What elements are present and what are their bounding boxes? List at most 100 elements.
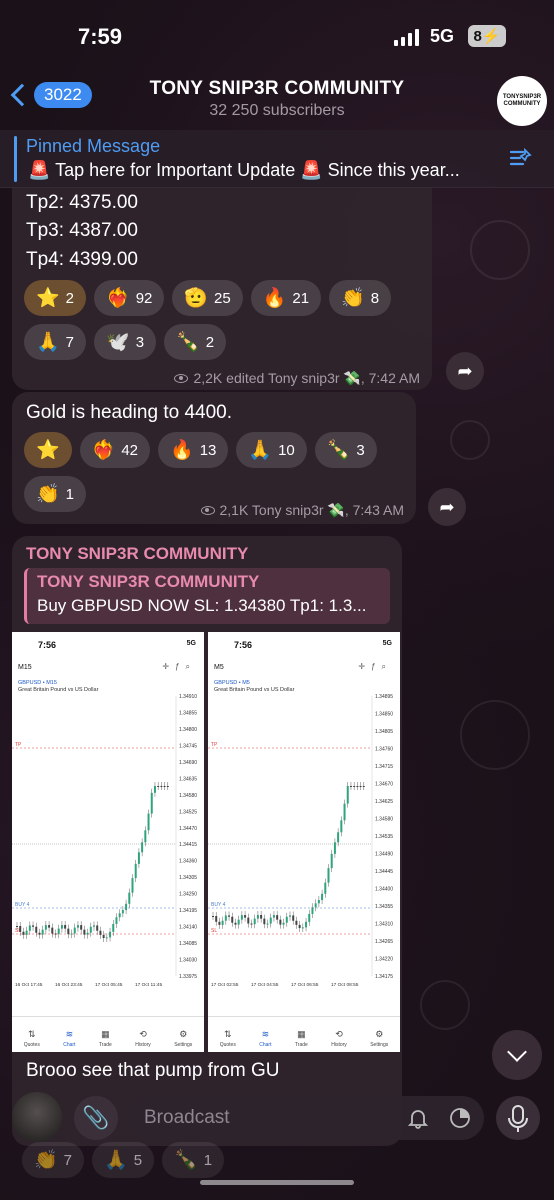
reaction-count: 10 [278,441,295,459]
candle-body [285,916,288,923]
candle-body [231,916,234,923]
candle-body [35,926,38,933]
candle-body [250,923,253,925]
attach-button[interactable]: 📎 [74,1096,118,1140]
price-tick: 1.34140 [179,925,197,931]
battery-level: 8 [473,27,482,45]
price-tick: 1.34310 [375,922,393,928]
champagne-icon: 🍾 [326,440,351,461]
signal-icon [394,28,419,46]
sender-name[interactable]: TONY SNIP3R COMMUNITY [26,544,248,564]
price-tick: 1.34855 [179,710,197,716]
price-tick: 1.34175 [375,974,393,980]
candle-body [349,786,352,787]
user-avatar[interactable] [12,1092,62,1142]
candle-body [317,900,320,904]
message-bubble[interactable]: TONY SNIP3R COMMUNITY TONY SNIP3R COMMUN… [12,536,402,1146]
app-nav-item: ≋ Chart [63,1029,75,1048]
message-bubble[interactable]: Tp2: 4375.00 Tp3: 4387.00 Tp4: 4399.00 ⭐… [12,170,432,390]
nav-icon: ≋ [261,1029,270,1039]
price-tick: 1.34745 [179,743,197,749]
candle-body [276,915,279,920]
candle-body [256,914,259,919]
subscriber-count: 32 250 subscribers [209,102,345,119]
candle-body [32,925,35,927]
candle-body [253,918,256,925]
pin-list-icon[interactable] [508,146,534,172]
schedule-icon[interactable] [448,1106,472,1130]
share-button[interactable]: ➦ [428,488,466,526]
screenshot-time: 7:56 [38,640,57,650]
scroll-down-button[interactable] [492,1030,542,1080]
price-tick: 1.34805 [375,729,393,735]
reaction-pray[interactable]: 🙏 10 [236,432,307,468]
nav-icon: ⟲ [139,1029,147,1039]
message-text: Brooo see that pump from GU [26,1060,280,1081]
candle-body [272,915,275,918]
price-tick: 1.34625 [375,799,393,805]
candle-body [19,926,22,932]
microphone-icon[interactable] [496,1096,540,1140]
reaction-fire[interactable]: 🔥 21 [250,280,322,316]
channel-avatar[interactable]: TONYSNIP3R COMMUNITY [497,76,547,126]
price-tick: 1.34525 [179,809,197,815]
reaction-heart-fire[interactable]: ❤️‍🔥 42 [79,432,151,468]
candle-body [51,927,54,934]
chart-screenshot[interactable]: 7:56 5G M5 ✛ƒ⌕ GBPUSD • M5 Great Britain… [208,632,400,1052]
nav-label: Chart [63,1042,76,1048]
candle-body [89,926,92,933]
reaction-count: 7 [63,1151,73,1169]
reaction-dove[interactable]: 🕊️ 3 [94,324,157,360]
heart-fire-icon: ❤️‍🔥 [106,288,130,309]
date-tick: 17 Oct 02:55 [211,982,239,988]
candle-body [128,892,131,904]
fire-icon: 🔥 [170,440,194,461]
reaction-count: 7 [65,333,75,351]
dove-icon: 🕊️ [106,332,130,353]
app-nav-item: ⟲ History [135,1029,151,1048]
candle-body [324,882,327,894]
candle-body [16,926,18,927]
level-label: SL [211,928,217,934]
reaction-clap[interactable]: 👏 8 [329,280,392,316]
reaction-salute[interactable]: 🫡 25 [172,280,243,316]
message-input[interactable]: Broadcast [128,1096,484,1140]
nav-icon: ⚙ [179,1029,188,1039]
chart-screenshot[interactable]: 7:56 5G M15 ✛ƒ⌕ GBPUSD • M15 Great Brita… [12,632,204,1052]
price-tick: 1.34690 [179,760,197,766]
quote-text: Buy GBPUSD NOW SL: 1.34380 Tp1: 1.3... [37,596,367,615]
pinned-message-bar[interactable]: Pinned Message 🚨 Tap here for Important … [0,130,554,188]
salute-icon: 🫡 [184,288,209,309]
candlestick-chart: 1.34910 1.34855 1.34800 1.34745 1.34690 1.346… [12,694,197,988]
message-meta: 2,2K edited Tony snip3r 💸, 7:42 AM [174,370,420,387]
reaction-fire[interactable]: 🔥 13 [158,432,229,468]
reply-quote[interactable]: TONY SNIP3R COMMUNITY Buy GBPUSD NOW SL:… [24,568,390,624]
reaction-clap[interactable]: 👏 1 [24,476,87,512]
nav-icon: ▦ [101,1029,110,1039]
price-tick: 1.34635 [179,776,197,782]
date-tick: 17 Oct 04:55 [251,982,279,988]
pinned-title: Pinned Message [26,136,161,156]
reaction-star[interactable]: ⭐ [24,432,72,468]
candle-body [80,925,83,930]
star-icon: ⭐ [36,440,60,461]
reaction-star[interactable]: ⭐ 2 [24,280,87,316]
timeframe-label: M15 [18,664,32,671]
reaction-pray[interactable]: 🙏 7 [24,324,87,360]
reaction-heart-fire[interactable]: ❤️‍🔥 92 [94,280,165,316]
reaction-champagne[interactable]: 🍾 3 [314,432,377,468]
bell-icon[interactable] [406,1106,430,1130]
candle-body [289,915,291,917]
candle-body [282,922,285,925]
candle-body [247,917,250,924]
share-button[interactable]: ➦ [446,352,484,390]
app-nav-item: ⚙ Settings [370,1029,388,1048]
candle-body [218,921,221,925]
message-text: Gold is heading to 4400. [26,402,232,423]
share-arrow-icon: ➦ [457,360,473,381]
price-tick: 1.33975 [179,974,197,980]
reaction-count: 1 [203,1151,213,1169]
reaction-champagne[interactable]: 🍾 2 [164,324,227,360]
channel-title[interactable]: TONY SNIP3R COMMUNITY [0,78,554,100]
message-bubble[interactable]: Gold is heading to 4400. ⭐ ❤️‍🔥 42 🔥 13 🙏 1… [12,392,416,524]
